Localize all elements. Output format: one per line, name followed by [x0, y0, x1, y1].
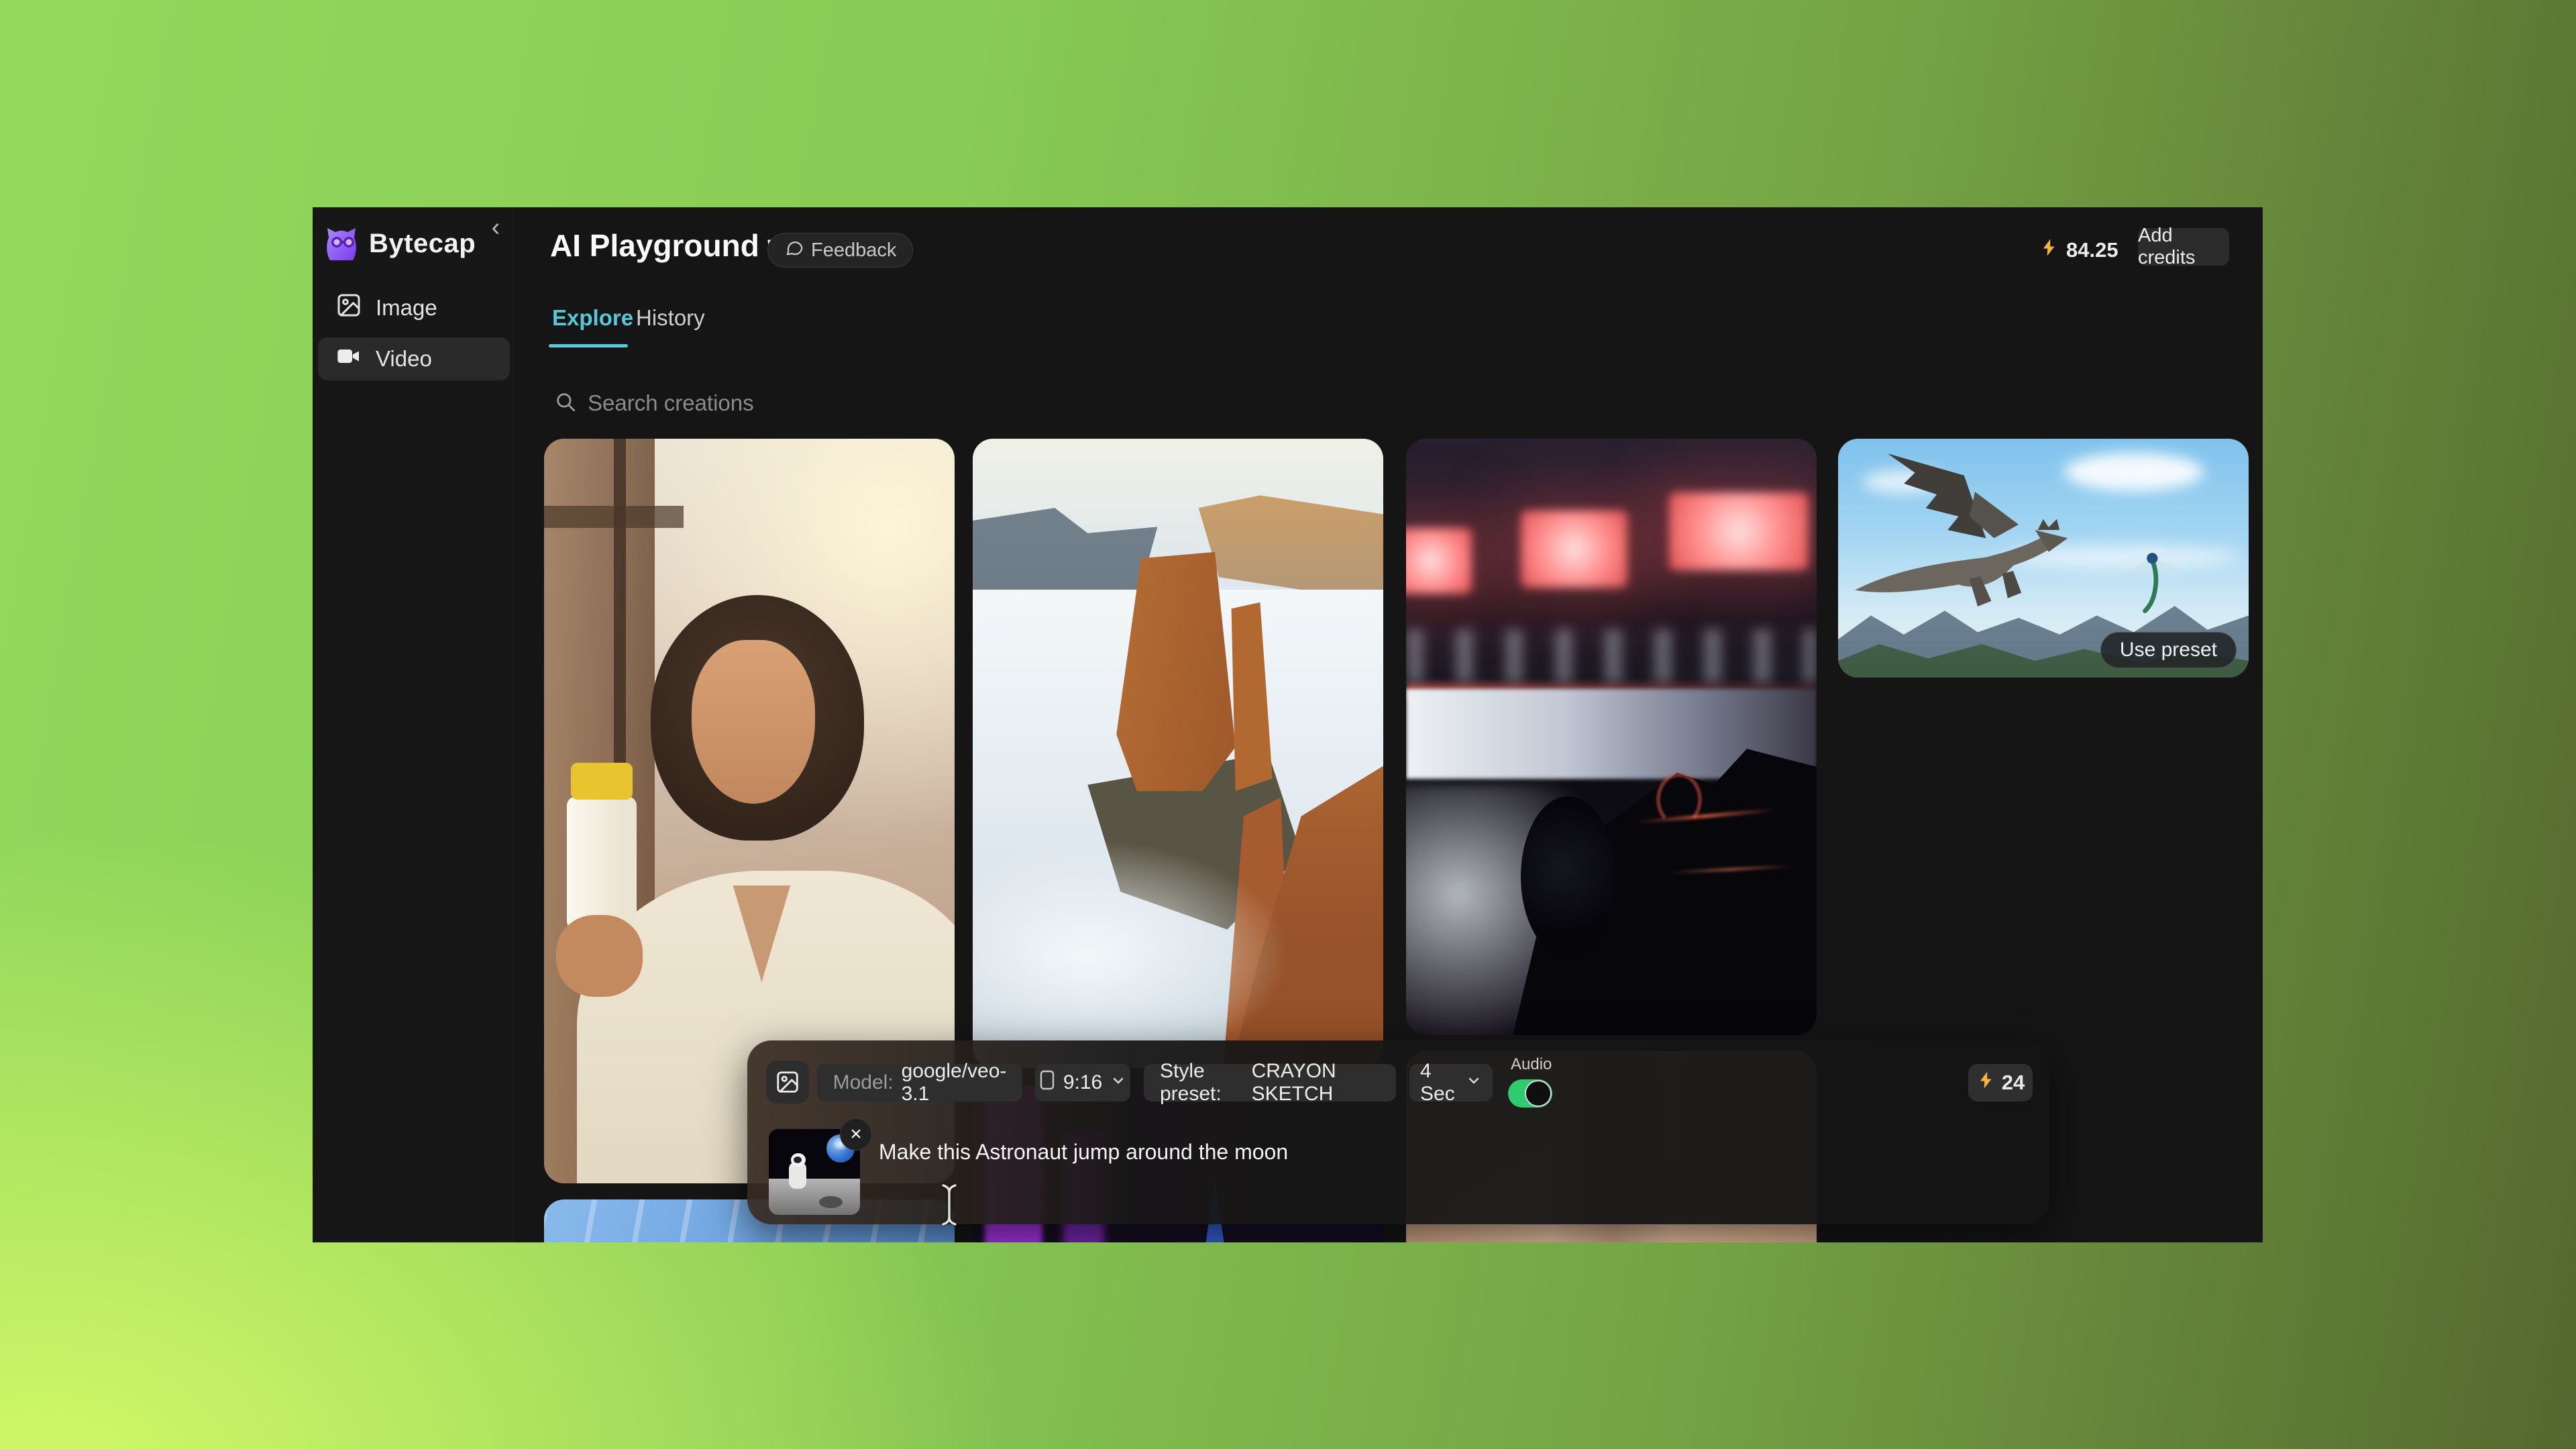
speech-bubble-icon	[784, 237, 804, 263]
creation-card-race-car[interactable]	[1406, 439, 1817, 1035]
search-icon	[554, 390, 577, 417]
image-icon	[335, 292, 376, 324]
chevron-down-icon	[1466, 1071, 1482, 1094]
sidebar-item-label: Image	[376, 295, 437, 321]
page-title: AI Playgroundv0	[550, 227, 800, 264]
portrait-ratio-icon	[1039, 1069, 1055, 1096]
credit-balance: 84.25	[2039, 233, 2118, 268]
sidebar-collapse-chevron-icon[interactable]: ‹	[482, 214, 509, 241]
brand-row: Bytecap	[322, 223, 507, 264]
app-window: Bytecap ‹ Image Video	[313, 207, 2263, 1242]
tab-history[interactable]: History	[636, 305, 705, 331]
sidebar-item-video[interactable]: Video	[318, 337, 510, 380]
active-tab-underline	[549, 344, 628, 347]
dragonfly-illustration	[2084, 529, 2224, 620]
audio-label: Audio	[1511, 1055, 1589, 1074]
text-cursor-ibeam	[938, 1183, 961, 1227]
creation-card-canyon-clouds[interactable]	[973, 439, 1383, 1068]
remove-attachment-button[interactable]: ×	[840, 1118, 872, 1150]
audio-toggle[interactable]	[1508, 1079, 1552, 1108]
add-credits-button[interactable]: Add credits	[2138, 228, 2229, 266]
sidebar-item-image[interactable]: Image	[318, 286, 510, 329]
bytecap-cat-logo-icon	[322, 224, 361, 263]
sidebar-item-label: Video	[376, 346, 432, 372]
search-bar	[554, 388, 1493, 418]
brand-name: Bytecap	[369, 229, 476, 259]
prompt-composer: Model: google/veo-3.1 9:16 Style preset:…	[747, 1040, 2049, 1224]
model-selector-chip[interactable]: Model: google/veo-3.1	[817, 1064, 1022, 1102]
duration-chip[interactable]: 4 Sec	[1409, 1064, 1493, 1102]
use-preset-button[interactable]: Use preset	[2100, 632, 2237, 668]
video-icon	[335, 343, 376, 375]
style-value: CRAYON SKETCH	[1252, 1060, 1380, 1106]
style-preset-chip[interactable]: Style preset: CRAYON SKETCH	[1144, 1064, 1396, 1102]
attach-image-button[interactable]	[766, 1061, 809, 1104]
audio-control: Audio	[1508, 1055, 1589, 1108]
feedback-button[interactable]: Feedback	[767, 233, 913, 268]
lightning-bolt-icon	[1976, 1070, 1996, 1095]
sidebar-nav: Image Video	[318, 286, 510, 388]
chevron-down-icon	[1110, 1071, 1126, 1094]
aspect-ratio-chip[interactable]: 9:16	[1035, 1064, 1130, 1102]
search-input[interactable]	[588, 390, 1393, 416]
tab-explore[interactable]: Explore	[552, 305, 633, 331]
lightning-bolt-icon	[2039, 237, 2059, 263]
image-icon	[775, 1069, 800, 1095]
model-value: google/veo-3.1	[902, 1060, 1007, 1106]
creation-card-dragon-preset[interactable]: Use preset	[1838, 439, 2249, 678]
sidebar: Bytecap ‹ Image Video	[313, 207, 514, 1242]
toggle-knob	[1525, 1080, 1552, 1107]
generation-cost-badge: 24	[1968, 1064, 2033, 1102]
prompt-input[interactable]: Make this Astronaut jump around the moon	[879, 1140, 1952, 1165]
